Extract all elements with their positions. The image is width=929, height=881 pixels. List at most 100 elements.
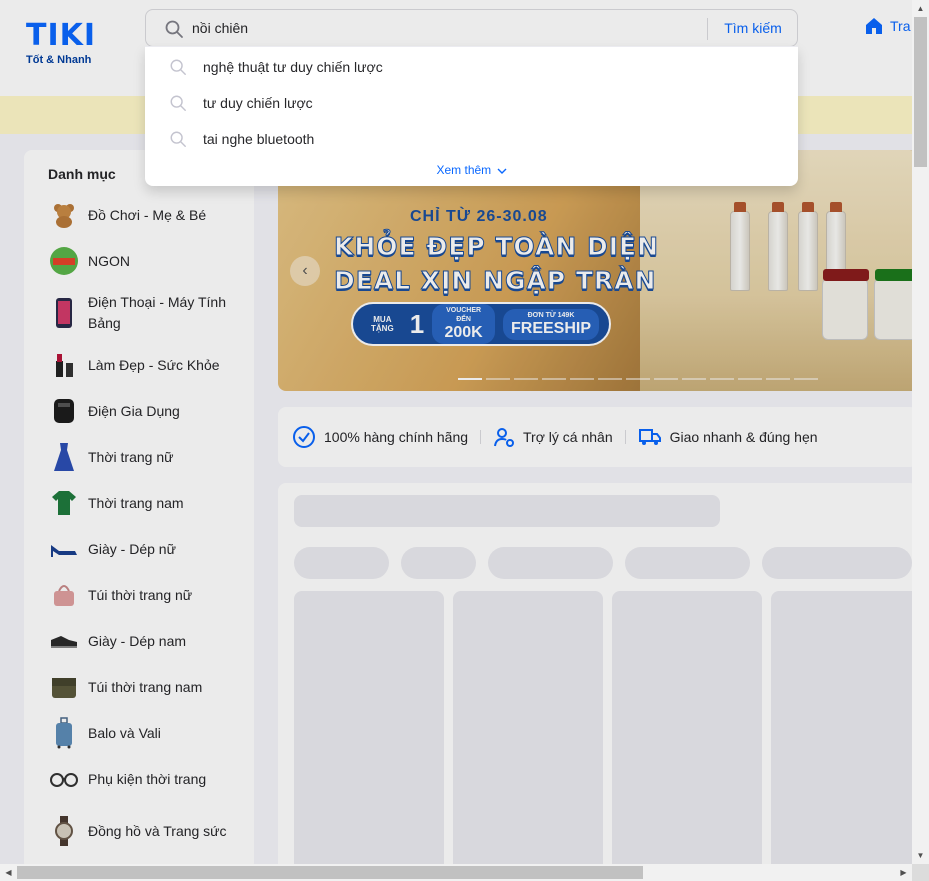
banner-dot[interactable]	[542, 378, 566, 380]
scroll-right-icon[interactable]: ▶	[895, 864, 912, 881]
guarantee-assistant[interactable]: Trợ lý cá nhân	[493, 426, 613, 448]
banner-dot[interactable]	[598, 378, 622, 380]
user-assistant-icon	[494, 428, 515, 447]
product-bottle	[768, 202, 788, 291]
search-input[interactable]	[192, 10, 692, 46]
guarantee-authentic[interactable]: 100% hàng chính hãng	[292, 425, 468, 449]
hero-banner[interactable]: CHỈ TỪ 26-30.08 KHỎE ĐẸP TOÀN DIỆN DEAL …	[278, 150, 912, 391]
logo-wordmark: TIKI	[26, 18, 97, 53]
banner-dot[interactable]	[738, 378, 762, 380]
banner-dot[interactable]	[486, 378, 510, 380]
guarantee-delivery[interactable]: Giao nhanh & đúng hẹn	[638, 426, 818, 448]
skeleton-tab	[488, 547, 613, 579]
scroll-up-icon[interactable]: ▲	[912, 0, 929, 17]
skeleton-card	[294, 591, 444, 864]
deal-freeship-value: FREESHIP	[510, 319, 591, 337]
product-jar	[822, 269, 869, 340]
glasses-icon	[48, 763, 80, 795]
search-icon	[165, 20, 183, 38]
tshirt-icon	[48, 487, 80, 519]
banner-dot[interactable]	[682, 378, 706, 380]
sidebar-item-label: Thời trang nữ	[88, 448, 174, 465]
banner-dot[interactable]	[458, 378, 482, 380]
sidebar-item-phones[interactable]: Điện Thoại - Máy Tính Bảng	[32, 284, 246, 342]
suggestion-label: nghệ thuật tư duy chiến lược	[203, 59, 383, 75]
sidebar-item-women-bags[interactable]: Túi thời trang nữ	[32, 572, 246, 618]
sidebar-item-appliances[interactable]: Điện Gia Dụng	[32, 388, 246, 434]
home-link[interactable]: Tra	[864, 16, 910, 36]
sidebar-item-label: Phụ kiện thời trang	[88, 770, 207, 787]
handbag-icon	[48, 579, 80, 611]
product-bottle	[730, 202, 750, 291]
banner-prev-arrow-icon[interactable]: ‹	[290, 256, 320, 286]
sidebar-item-ngon[interactable]: NGON	[32, 238, 246, 284]
vertical-scroll-thumb[interactable]	[914, 17, 927, 167]
deal-voucher-label: VOUCHER ĐẾN	[446, 307, 482, 323]
sidebar-item-beauty[interactable]: Làm Đẹp - Sức Khỏe	[32, 342, 246, 388]
skeleton-card	[453, 591, 603, 864]
sidebar-item-label: Túi thời trang nữ	[88, 586, 193, 603]
divider	[624, 430, 626, 444]
loading-skeleton	[278, 483, 912, 864]
banner-dot[interactable]	[654, 378, 678, 380]
deal-buy-count: 1	[409, 308, 425, 339]
messenger-bag-icon	[48, 671, 80, 703]
search-divider	[707, 18, 708, 40]
tiki-logo[interactable]: TIKI Tốt & Nhanh	[26, 18, 98, 70]
banner-dot[interactable]	[794, 378, 818, 380]
scrollbar-corner	[912, 864, 929, 881]
vertical-scrollbar[interactable]: ▲ ▼	[912, 0, 929, 864]
suggestion-label: tai nghe bluetooth	[203, 131, 315, 147]
banner-dot[interactable]	[710, 378, 734, 380]
banner-dot[interactable]	[766, 378, 790, 380]
suggestion-item[interactable]: tư duy chiến lược	[145, 85, 798, 121]
skeleton-card	[771, 591, 912, 864]
sidebar-item-women-fashion[interactable]: Thời trang nữ	[32, 434, 246, 480]
sidebar-item-luggage[interactable]: Balo và Vali	[32, 710, 246, 756]
sidebar-item-label: Thời trang nam	[88, 494, 184, 511]
sneaker-icon	[48, 625, 80, 657]
banner-headline-1: KHỎE ĐẸP TOÀN DIỆN	[333, 232, 660, 262]
sidebar-item-men-shoes[interactable]: Giày - Dép nam	[32, 618, 246, 664]
search-icon	[170, 95, 186, 111]
skeleton-tab	[294, 547, 389, 579]
category-sidebar: Danh mục Đồ Chơi - Mẹ & Bé NGON Điện Tho…	[24, 150, 254, 864]
skeleton-tab	[401, 547, 476, 579]
sidebar-item-toys[interactable]: Đồ Chơi - Mẹ & Bé	[32, 192, 246, 238]
banner-deal-pill: MUA TẶNG 1 VOUCHER ĐẾN 200K ĐƠN TỪ 149K …	[351, 302, 611, 346]
search-bar[interactable]: Tìm kiếm	[145, 9, 798, 47]
sidebar-item-women-shoes[interactable]: Giày - Dép nữ	[32, 526, 246, 572]
guarantee-label: Giao nhanh & đúng hẹn	[669, 429, 818, 445]
sidebar-item-label: Làm Đẹp - Sức Khỏe	[88, 356, 220, 373]
scroll-down-icon[interactable]: ▼	[912, 847, 929, 864]
banner-dot[interactable]	[626, 378, 650, 380]
horizontal-scroll-thumb[interactable]	[17, 866, 643, 879]
sidebar-item-watches[interactable]: Đồng hồ và Trang sức	[32, 802, 246, 860]
horizontal-scrollbar[interactable]: ◀ ▶	[0, 864, 912, 881]
banner-pagination	[458, 378, 818, 380]
banner-dot[interactable]	[570, 378, 594, 380]
scroll-left-icon[interactable]: ◀	[0, 864, 17, 881]
teddy-bear-icon	[48, 199, 80, 231]
suggestion-item[interactable]: tai nghe bluetooth	[145, 121, 798, 157]
search-suggestions-dropdown: nghệ thuật tư duy chiến lược tư duy chiế…	[145, 46, 798, 186]
page: TIKI Tốt & Nhanh Tìm kiếm Tra Danh mục	[0, 0, 912, 864]
badge-check-icon	[293, 426, 315, 448]
see-more-link[interactable]: Xem thêm	[145, 163, 798, 177]
heel-shoe-icon	[48, 533, 80, 565]
suggestion-item[interactable]: nghệ thuật tư duy chiến lược	[145, 49, 798, 85]
sidebar-item-accessories[interactable]: Phụ kiện thời trang	[32, 756, 246, 802]
deal-freeship-label: ĐƠN TỪ 149K	[527, 311, 575, 319]
deal-voucher-value: 200K	[444, 324, 483, 341]
sidebar-item-men-bags[interactable]: Túi thời trang nam	[32, 664, 246, 710]
banner-dot[interactable]	[514, 378, 538, 380]
ngon-icon	[48, 245, 80, 277]
skeleton-card	[612, 591, 762, 864]
skeleton-tab	[625, 547, 750, 579]
skeleton-tab	[762, 547, 912, 579]
sidebar-item-label: Điện Gia Dụng	[88, 402, 180, 419]
phone-icon	[48, 297, 80, 329]
product-bottle	[798, 202, 818, 291]
search-button[interactable]: Tìm kiếm	[709, 10, 797, 46]
sidebar-item-men-fashion[interactable]: Thời trang nam	[32, 480, 246, 526]
